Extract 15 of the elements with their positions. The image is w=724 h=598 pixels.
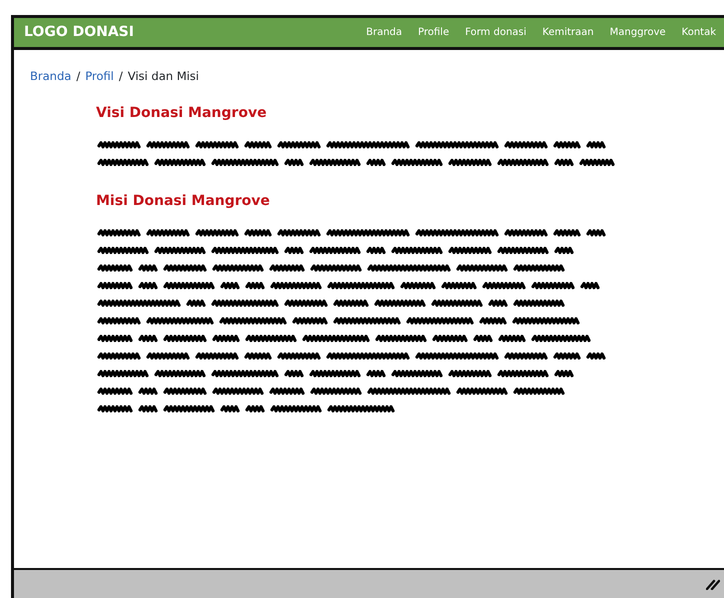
nav-link[interactable]: Profile xyxy=(418,25,450,40)
nav-link[interactable]: Kemitraan xyxy=(542,25,594,40)
breadcrumb-separator: / xyxy=(76,68,80,85)
nav-link[interactable]: Manggrove xyxy=(610,25,666,40)
breadcrumb-current: Visi dan Misi xyxy=(128,68,199,85)
breadcrumb-link[interactable]: Branda xyxy=(30,68,72,86)
section-heading: Visi Donasi Mangrove xyxy=(96,105,268,122)
nav-link[interactable]: Branda xyxy=(366,25,402,40)
nav-link[interactable]: Form donasi xyxy=(465,25,526,40)
resize-grip-icon[interactable] xyxy=(706,578,720,590)
breadcrumb-separator: / xyxy=(118,68,123,85)
nav-link[interactable]: Kontak xyxy=(682,25,716,40)
logo[interactable]: LOGO DONASI xyxy=(24,22,134,43)
section-heading: Misi Donasi Mangrove xyxy=(96,193,271,210)
breadcrumb-link[interactable]: Profil xyxy=(85,68,114,86)
